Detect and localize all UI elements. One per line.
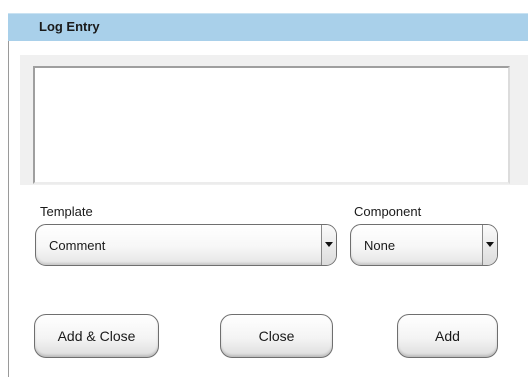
template-label: Template [40, 204, 93, 219]
component-label: Component [354, 204, 422, 219]
template-selected-value: Comment [49, 238, 106, 253]
window-title: Log Entry [39, 19, 100, 34]
chevron-down-icon[interactable] [321, 225, 336, 265]
add-button[interactable]: Add [397, 314, 498, 358]
log-entry-textarea[interactable] [33, 66, 510, 184]
chevron-down-icon[interactable] [482, 225, 497, 265]
template-select[interactable]: Comment [35, 224, 337, 266]
add-close-button[interactable]: Add & Close [34, 314, 159, 358]
close-button[interactable]: Close [220, 314, 333, 358]
window-header: Log Entry [8, 13, 528, 41]
left-border [8, 41, 9, 377]
component-selected-value: None [364, 238, 396, 253]
component-select[interactable]: None [350, 224, 498, 266]
